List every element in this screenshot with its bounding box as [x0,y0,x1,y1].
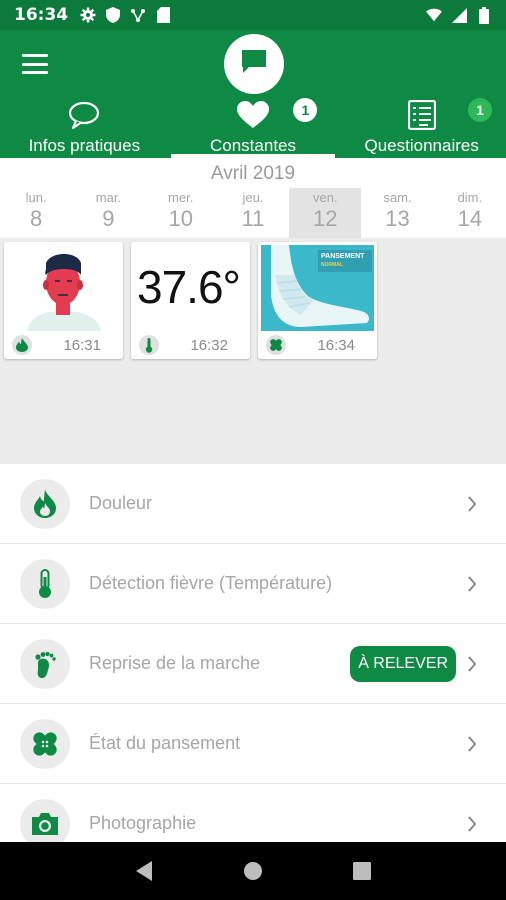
entry-card-temperature[interactable]: 37.6° 16:32 [131,242,250,359]
chat-bubble-icon [239,47,269,82]
list-item-marche[interactable]: Reprise de la marche À RELEVER [0,624,506,704]
day-name: mar. [95,190,122,205]
bandage-photo: PANSEMENT NORMAL [261,245,374,331]
day-number: 12 [313,206,338,231]
tab-questionnaires[interactable]: Questionnaires 1 [337,96,506,158]
chevron-right-icon [466,814,478,834]
network-icon [130,7,146,23]
chevron-right-icon [466,574,478,594]
list-item-label: Détection fièvre (Température) [89,573,333,593]
heart-icon [237,100,269,134]
footprint-icon [20,638,70,689]
entries-area: 16:31 37.6° 16:32 PANSEMENT NORMAL 16:34 [0,238,506,464]
entry-card-pansement[interactable]: PANSEMENT NORMAL 16:34 [258,242,377,359]
tab-label: Questionnaires [364,136,479,155]
bandage-icon [266,335,286,355]
temperature-value: 37.6° [137,261,241,313]
day-number: 14 [457,206,483,231]
tab-infos-pratiques[interactable]: Infos pratiques [0,96,169,158]
day-number: 9 [102,206,115,231]
day-name: jeu. [242,190,264,205]
tab-bar: Infos pratiques Constantes 1 Questionnai… [0,96,506,158]
pain-face-image [7,245,120,331]
bandage-photo-subtitle: NORMAL [321,262,343,268]
wifi-icon [426,7,442,23]
flame-icon [12,335,32,355]
status-time: 16:34 [14,5,69,25]
hamburger-icon[interactable] [22,54,48,74]
a-relever-button[interactable]: À RELEVER [350,646,456,682]
day-dim[interactable]: dim. 14 [434,188,506,238]
measures-list: Douleur Détection fièvre (Température) R… [0,464,506,842]
entry-time: 16:32 [190,336,228,354]
tab-constantes[interactable]: Constantes 1 [169,96,338,158]
list-item-pansement[interactable]: État du pansement [0,704,506,784]
chevron-right-icon [466,494,478,514]
thermometer-icon [20,558,70,609]
entry-time: 16:31 [63,336,101,354]
list-item-label: Douleur [89,493,153,513]
day-ven-selected[interactable]: ven. 12 [289,188,361,238]
list-item-photographie[interactable]: Photographie [0,784,506,842]
day-mar[interactable]: mar. 9 [72,188,144,238]
bandage-icon [20,718,70,769]
day-number: 13 [385,206,410,231]
recents-icon[interactable] [347,856,377,886]
speech-bubble-icon [68,101,100,134]
day-number: 10 [168,206,193,231]
thermometer-icon [139,335,159,355]
entry-time: 16:34 [317,336,355,354]
day-sam[interactable]: sam. 13 [361,188,433,238]
signal-icon [451,7,467,23]
home-icon[interactable] [238,856,268,886]
sim-icon [155,7,171,23]
day-number: 8 [30,206,43,231]
day-name: sam. [383,190,412,205]
day-mer[interactable]: mer. 10 [145,188,217,238]
notification-badge: 1 [293,98,318,122]
day-lun[interactable]: lun. 8 [0,188,72,238]
tab-label: Infos pratiques [28,136,141,155]
chevron-right-icon [466,734,478,754]
bandage-photo-title: PANSEMENT [321,253,365,260]
tab-label: Constantes [210,136,296,155]
day-jeu[interactable]: jeu. 11 [217,188,289,238]
month-title: Avril 2019 [210,163,296,184]
list-item-label: Photographie [89,813,197,833]
day-number: 11 [241,206,265,231]
entry-card-douleur[interactable]: 16:31 [4,242,123,359]
list-item-label: État du pansement [89,733,241,753]
day-name: lun. [25,190,47,205]
back-icon[interactable] [129,856,159,886]
gear-icon [80,7,96,23]
list-item-label: Reprise de la marche [89,653,261,673]
list-item-douleur[interactable]: Douleur [0,464,506,544]
app-header: Infos pratiques Constantes 1 Questionnai… [0,30,506,158]
chevron-right-icon [466,654,478,674]
system-navigation-bar [0,842,506,900]
temperature-display: 37.6° [134,245,247,331]
status-bar: 16:34 [0,0,506,30]
camera-icon [20,798,70,842]
shield-icon [105,7,121,23]
day-name: ven. [312,190,338,205]
chat-button[interactable] [224,34,284,94]
notification-badge: 1 [468,98,493,122]
week-calendar: Avril 2019 lun. 8 mar. 9 mer. 10 jeu. 11 ven… [0,158,506,238]
day-name: dim. [457,190,483,205]
battery-icon [476,6,492,24]
day-name: mer. [168,190,194,205]
list-item-temperature[interactable]: Détection fièvre (Température) [0,544,506,624]
flame-icon [20,478,70,529]
checklist-icon [407,99,436,135]
